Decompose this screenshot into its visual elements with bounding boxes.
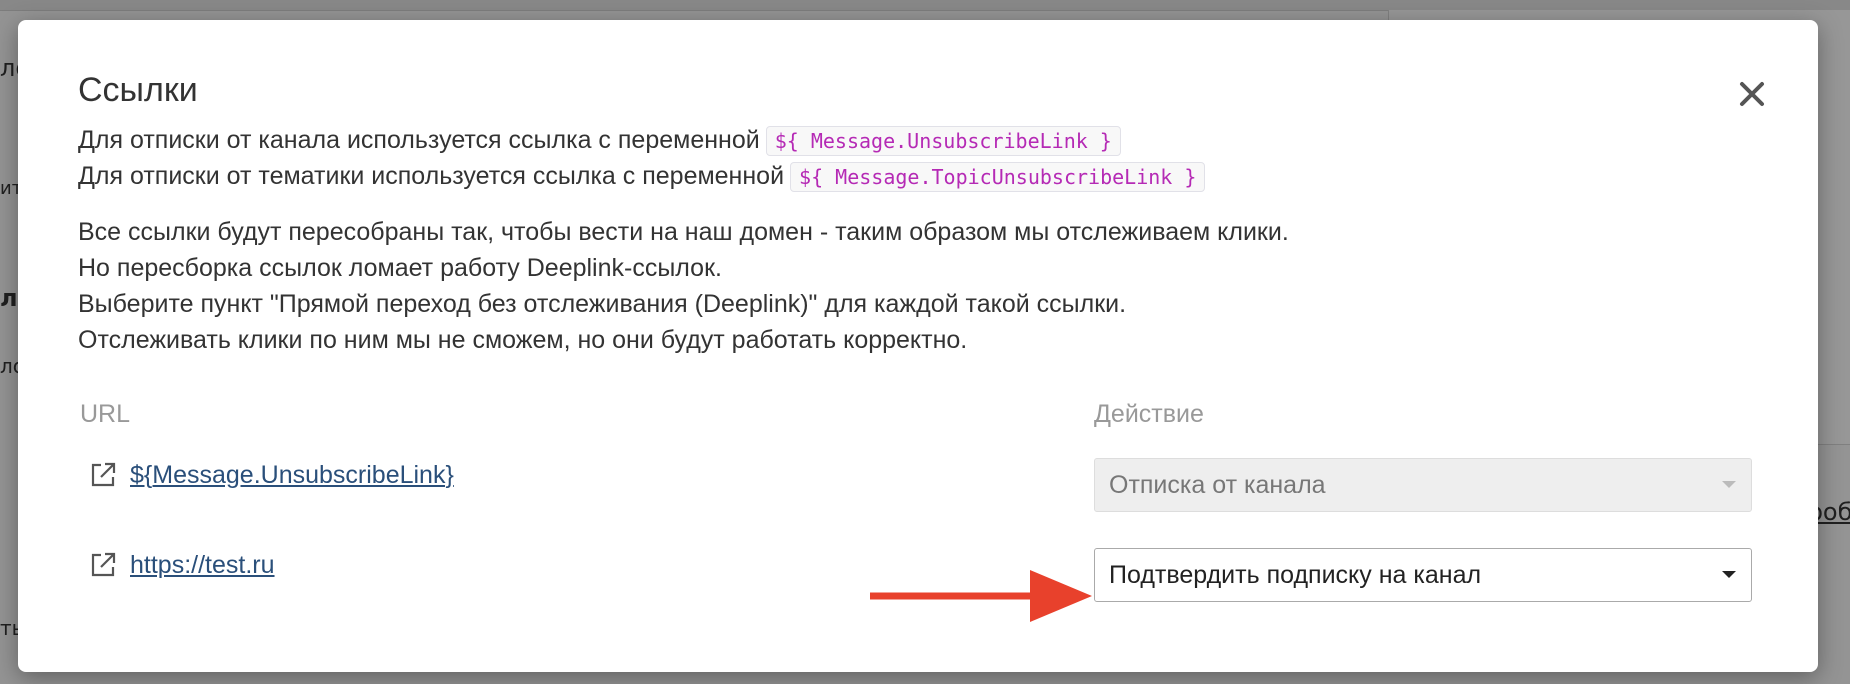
close-button[interactable] — [1730, 72, 1774, 116]
info-line: Все ссылки будут пересобраны так, чтобы … — [78, 218, 1289, 246]
code-variable: ${ Message.TopicUnsubscribeLink } — [790, 162, 1206, 193]
intro-text: Для отписки от канала используется ссылк… — [78, 126, 760, 154]
intro-text: Для отписки от тематики используется ссы… — [78, 162, 785, 190]
variables-info: Для отписки от канала используется ссылк… — [78, 122, 1738, 194]
red-arrow-annotation — [870, 570, 1092, 622]
info-line: Выберите пункт "Прямой переход без отсле… — [78, 290, 1127, 318]
close-icon — [1740, 82, 1764, 106]
action-select-value: Отписка от канала — [1109, 470, 1326, 499]
deeplink-info: Все ссылки будут пересобраны так, чтобы … — [78, 214, 1738, 358]
column-header-action: Действие — [1094, 400, 1204, 428]
info-line: Отслеживать клики по ним мы не сможем, н… — [78, 326, 968, 354]
action-select[interactable]: Подтвердить подписку на канал — [1094, 548, 1752, 602]
action-select-value: Подтвердить подписку на канал — [1109, 560, 1482, 589]
table-row: ${Message.UnsubscribeLink} — [88, 460, 454, 490]
links-modal: Ссылки Для отписки от канала используетс… — [18, 20, 1818, 672]
code-variable: ${ Message.UnsubscribeLink } — [765, 126, 1121, 157]
external-link-icon — [91, 552, 116, 577]
action-select: Отписка от канала — [1094, 458, 1752, 512]
caret-down-icon — [1722, 481, 1736, 488]
intro-line: Для отписки от тематики используется ссы… — [78, 158, 1738, 194]
intro-line: Для отписки от канала используется ссылк… — [78, 122, 1738, 158]
caret-down-icon — [1722, 571, 1736, 578]
url-link[interactable]: https://test.ru — [130, 551, 275, 580]
external-link-icon — [91, 462, 116, 487]
modal-title: Ссылки — [78, 71, 198, 109]
column-header-url: URL — [80, 400, 131, 428]
info-line: Но пересборка ссылок ломает работу Deepl… — [78, 254, 722, 282]
url-link[interactable]: ${Message.UnsubscribeLink} — [130, 461, 454, 490]
table-row: https://test.ru — [88, 550, 275, 580]
